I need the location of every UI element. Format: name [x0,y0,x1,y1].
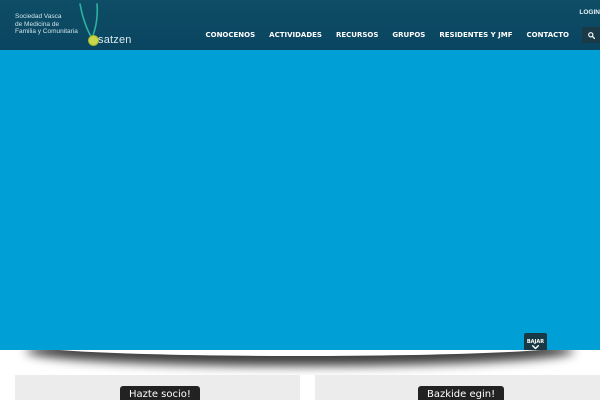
membership-panel-es: Hazte socio! [15,375,300,400]
nav-item-actividades[interactable]: ACTIVIDADES [262,31,329,39]
membership-panel-eu: Bazkide egin! [315,375,600,400]
join-button-es[interactable]: Hazte socio! [120,386,200,400]
logo-wordmark: satzen [98,34,132,46]
nav-item-contacto[interactable]: CONTACTO [520,31,576,39]
site-logo[interactable]: Sociedad Vasca de Medicina de Familia y … [0,0,150,50]
main-nav: CONOCENOS ACTIVIDADES RECURSOS GRUPOS RE… [198,31,576,39]
nav-item-residentes[interactable]: RESIDENTES Y JMF [432,31,519,39]
search-button[interactable] [582,27,600,43]
nav-item-conocenos[interactable]: CONOCENOS [198,31,262,39]
hero-banner: BAJAR [0,50,600,356]
nav-item-grupos[interactable]: GRUPOS [385,31,432,39]
site-header: Sociedad Vasca de Medicina de Familia y … [0,0,600,50]
join-button-eu[interactable]: Bazkide egin! [418,386,505,400]
hero-shadow-divider [0,350,600,375]
search-icon [587,31,595,39]
nav-item-recursos[interactable]: RECURSOS [329,31,385,39]
login-link[interactable]: LOGIN [579,9,600,16]
